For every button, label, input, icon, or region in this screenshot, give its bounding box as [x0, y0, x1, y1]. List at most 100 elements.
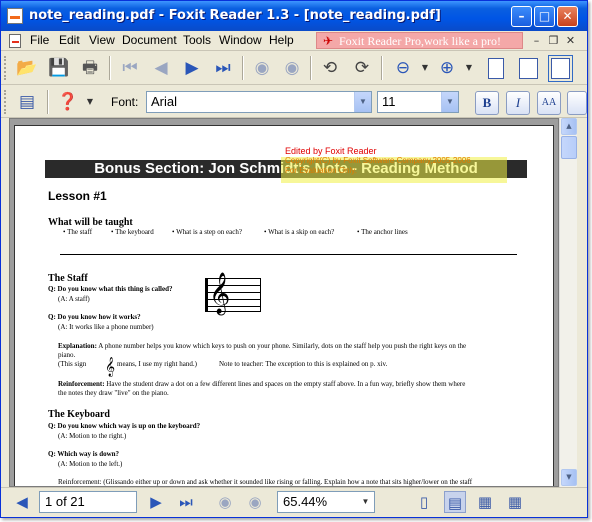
continuous-facing-icon[interactable]: ▦: [504, 491, 526, 513]
next-page-icon[interactable]: ▶: [179, 55, 205, 81]
toolbar-grip[interactable]: [4, 90, 7, 114]
rotate-left-icon[interactable]: ⟲: [317, 55, 343, 81]
chevron-down-icon[interactable]: ▼: [354, 92, 371, 112]
font-value: Arial: [151, 94, 178, 109]
print-icon[interactable]: 🖶: [77, 55, 103, 81]
topic-item: • What is a skip on each?: [264, 228, 335, 236]
menu-help[interactable]: Help: [269, 33, 294, 47]
separator: [47, 90, 49, 114]
fit-width-icon[interactable]: [548, 55, 573, 82]
evaluation-stamp: Edited by Foxit Reader Copyright(C) by F…: [285, 146, 515, 176]
last-page-icon[interactable]: ⏭: [210, 55, 236, 81]
first-page-icon[interactable]: ⏮: [117, 55, 143, 81]
menu-edit[interactable]: Edit: [59, 33, 80, 47]
open-folder-icon[interactable]: 📂: [14, 55, 40, 81]
reinforcement-line: the notes they draw "live" on the piano.: [58, 389, 169, 397]
lesson-title: Lesson #1: [48, 189, 107, 203]
first-page-icon[interactable]: ◀: [11, 491, 33, 513]
menu-window[interactable]: Window: [219, 33, 262, 47]
go-back-icon[interactable]: ◉: [214, 491, 236, 513]
menu-tools[interactable]: Tools: [183, 33, 211, 47]
stamp-line: Copyright(C) by Foxit Software Company,2…: [285, 156, 471, 165]
reinforcement-line: Reinforcement: (Glissando either up or d…: [58, 478, 473, 486]
menu-file[interactable]: File: [30, 33, 49, 47]
status-bar: ◀ 1 of 21 ▶ ⏭ ◉ ◉ 65.44% ▼ ▯ ▤ ▦ ▦: [1, 487, 587, 517]
actual-size-icon[interactable]: [488, 58, 504, 79]
font-size-button[interactable]: AA: [537, 91, 561, 115]
app-pdf-icon[interactable]: [7, 8, 23, 24]
last-page-icon[interactable]: ⏭: [175, 491, 197, 513]
explanation-line: (This sign: [58, 360, 87, 368]
mdi-close-icon[interactable]: ✕: [563, 34, 578, 48]
answer: (A: A staff): [58, 295, 90, 303]
zoom-select[interactable]: 65.44% ▼: [277, 491, 375, 513]
help-dropdown-icon[interactable]: ▼: [77, 89, 103, 115]
question: Q: Do you know what this thing is called…: [48, 285, 173, 293]
document-icon[interactable]: [9, 34, 21, 48]
separator: [381, 56, 383, 80]
save-icon[interactable]: 💾: [46, 55, 72, 81]
toolbar-grip[interactable]: [4, 56, 7, 80]
explanation-text: Explanation: A phone number helps you kn…: [58, 342, 466, 351]
minimize-button[interactable]: –: [511, 6, 532, 27]
answer: (A: Motion to the right.): [58, 432, 127, 440]
font-select[interactable]: Arial ▼: [146, 91, 372, 113]
mdi-restore-icon[interactable]: ❐: [546, 34, 561, 48]
separator: [310, 56, 312, 80]
go-back-icon[interactable]: ◉: [249, 55, 275, 81]
menu-bar: File Edit View Document Tools Window Hel…: [1, 31, 587, 51]
explanation-label: Explanation:: [58, 342, 97, 350]
zoom-in-dropdown-icon[interactable]: ▼: [456, 55, 482, 81]
format-toolbar: ▤ ❓ ▼ Font: Arial ▼ 11 ▼ B I AA: [1, 86, 587, 118]
close-button[interactable]: ✕: [557, 6, 578, 27]
page-number-field[interactable]: 1 of 21: [39, 491, 137, 513]
vertical-scrollbar[interactable]: ▲ ▼: [559, 118, 577, 487]
single-page-icon[interactable]: ▯: [413, 491, 435, 513]
chevron-down-icon[interactable]: ▼: [357, 492, 374, 512]
explanation-line: A phone number helps you know which keys…: [96, 342, 467, 350]
continuous-icon[interactable]: ▤: [444, 491, 466, 513]
mdi-minimize-icon[interactable]: –: [529, 34, 544, 48]
menu-document[interactable]: Document: [122, 33, 177, 47]
title-bar[interactable]: note_reading.pdf - Foxit Reader 1.3 - [n…: [1, 1, 587, 31]
reinforcement-line: Have the student draw a dot on a few dif…: [104, 380, 466, 388]
topic-item: • The keyboard: [111, 228, 154, 236]
bold-button[interactable]: B: [475, 91, 499, 115]
chevron-down-icon[interactable]: ▼: [441, 92, 458, 112]
menu-view[interactable]: View: [89, 33, 115, 47]
answer: (A: It works like a phone number): [58, 323, 154, 331]
page-number-value: 1 of 21: [45, 494, 85, 509]
document-view[interactable]: Bonus Section: Jon Schmidt's Note - Read…: [9, 118, 559, 487]
italic-button[interactable]: I: [506, 91, 530, 115]
separator: [109, 56, 111, 80]
scroll-thumb[interactable]: [561, 136, 577, 159]
scroll-up-icon[interactable]: ▲: [561, 118, 577, 135]
previous-page-icon[interactable]: ◀: [148, 55, 174, 81]
reinforcement-text: Reinforcement: Have the student draw a d…: [58, 380, 465, 389]
more-format-button[interactable]: [567, 91, 587, 115]
go-forward-icon[interactable]: ◉: [279, 55, 305, 81]
section-heading: What will be taught: [48, 217, 133, 228]
fit-page-icon[interactable]: [519, 58, 538, 79]
main-toolbar: 📂 💾 🖶 ⏮ ◀ ▶ ⏭ ◉ ◉ ⟲ ⟳ ⊖ ▼ ⊕ ▼: [1, 52, 587, 85]
facing-icon[interactable]: ▦: [474, 491, 496, 513]
rotate-right-icon[interactable]: ⟳: [349, 55, 375, 81]
question: Q: Which way is down?: [48, 450, 120, 458]
divider: [60, 254, 517, 255]
reinforcement-label: Reinforcement:: [58, 380, 105, 388]
teacher-note: Note to teacher: The exception to this i…: [219, 360, 388, 368]
typewriter-icon[interactable]: ▤: [14, 89, 40, 115]
explanation-line: means, I use my right hand.): [117, 360, 197, 368]
font-size-value: 11: [382, 94, 396, 109]
pdf-page[interactable]: Bonus Section: Jon Schmidt's Note - Read…: [14, 125, 554, 486]
maximize-button[interactable]: □: [534, 6, 555, 27]
next-page-icon[interactable]: ▶: [145, 491, 167, 513]
go-forward-icon[interactable]: ◉: [244, 491, 266, 513]
small-treble-clef-icon: 𝄞: [105, 357, 116, 377]
foxit-window: note_reading.pdf - Foxit Reader 1.3 - [n…: [0, 0, 588, 518]
promo-banner[interactable]: Foxit Reader Pro,work like a pro!: [316, 32, 523, 49]
treble-clef-icon: 𝄞: [209, 273, 231, 314]
topic-item: • What is a step on each?: [172, 228, 242, 236]
font-size-select[interactable]: 11 ▼: [377, 91, 459, 113]
scroll-down-icon[interactable]: ▼: [561, 469, 577, 486]
